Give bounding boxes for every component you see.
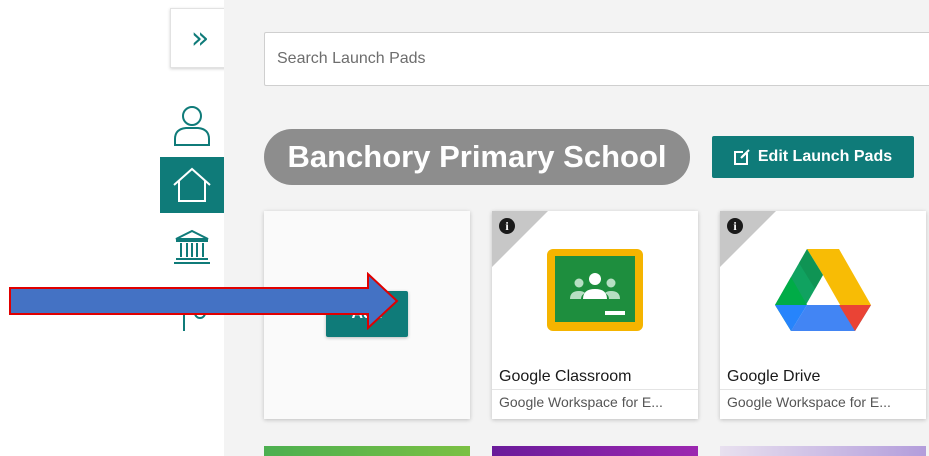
google-drive-logo [775,249,871,331]
edit-launch-pads-label: Edit Launch Pads [757,148,893,165]
edit-icon [733,149,750,165]
annotation-arrow [9,272,399,330]
sidebar-item-institution[interactable] [160,219,224,275]
google-classroom-logo [547,249,643,331]
launch-pad-tile-partial[interactable] [720,446,926,456]
tile-subtitle: Google Workspace for E... [727,394,891,410]
launch-pad-tile-partial[interactable] [492,446,698,456]
info-icon[interactable]: i [499,218,515,234]
info-icon[interactable]: i [727,218,743,234]
user-icon [174,106,210,146]
tile-divider [492,389,698,390]
school-name: Banchory Primary School [287,139,667,174]
launch-pad-tile[interactable]: i Google Drive Google Workspace for E... [720,211,926,419]
edit-launch-pads-button[interactable]: Edit Launch Pads [712,136,914,178]
home-icon [173,167,211,202]
sidebar-item-home[interactable] [160,157,224,213]
tile-title: Google Drive [727,368,821,385]
launch-pad-tile-partial[interactable] [264,446,470,456]
tile-subtitle: Google Workspace for E... [499,394,663,410]
tile-divider [720,389,926,390]
tile-title: Google Classroom [499,368,632,385]
institution-icon [174,229,210,264]
sidebar-item-profile[interactable] [160,97,224,153]
search-input[interactable] [264,32,929,86]
launch-pad-tile[interactable]: i Google Classroom Google Workspace for … [492,211,698,419]
school-name-pill: Banchory Primary School [264,129,690,185]
double-chevron-right-icon: » [190,20,210,56]
expand-sidebar-button[interactable]: » [170,8,230,68]
